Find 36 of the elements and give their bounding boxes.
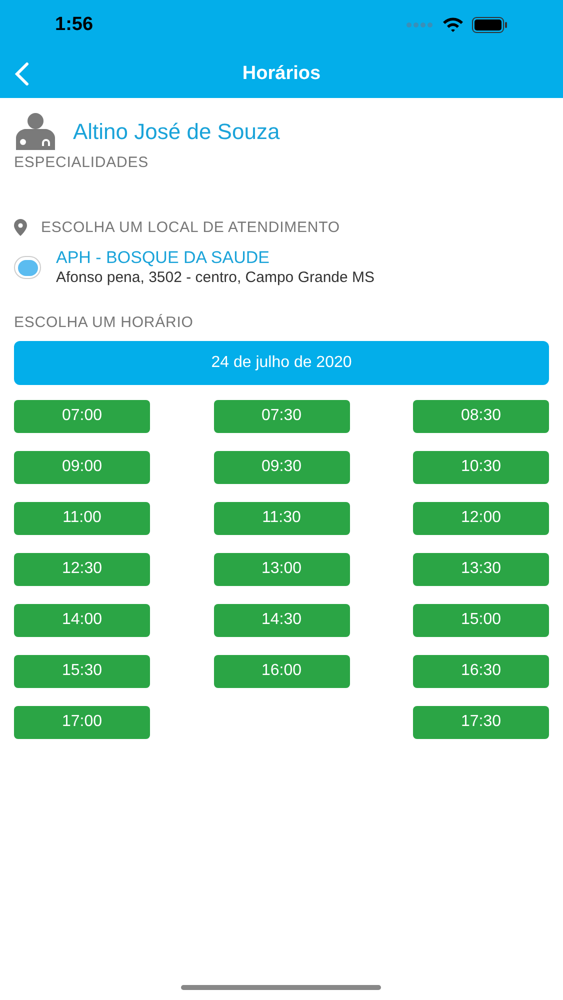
signal-icon — [406, 22, 434, 28]
page-title: Horários — [242, 62, 321, 86]
wifi-icon — [442, 17, 464, 33]
doctor-subtitle: ESPECIALIDADES — [14, 153, 150, 173]
time-slot-button[interactable]: 17:00 — [14, 706, 150, 738]
time-slot-button[interactable]: 10:30 — [413, 450, 549, 484]
time-slot-button[interactable]: 11:00 — [14, 502, 150, 534]
doctor-name: Altino José de Souza — [73, 118, 280, 146]
location-pin-icon — [14, 219, 27, 236]
battery-icon — [472, 17, 508, 33]
time-slot-button[interactable]: 13:00 — [214, 552, 350, 586]
schedule-heading: ESCOLHA UM HORÁRIO — [14, 313, 194, 333]
radio-button[interactable] — [14, 256, 41, 279]
time-slot-button[interactable]: 07:30 — [214, 400, 350, 432]
date-bar: 24 de julho de 2020 — [14, 340, 549, 384]
location-name: APH - BOSQUE DA SAUDE — [56, 247, 270, 268]
time-slot-button[interactable]: 11:30 — [214, 502, 350, 534]
time-slot-button[interactable]: 14:30 — [214, 604, 350, 636]
time-slot-button[interactable]: 12:30 — [14, 552, 150, 586]
time-slot-button[interactable]: 17:30 — [413, 706, 549, 738]
status-time: 1:56 — [55, 12, 94, 37]
time-slot-button[interactable]: 08:30 — [413, 400, 549, 432]
location-heading: ESCOLHA UM LOCAL DE ATENDIMENTO — [41, 218, 340, 238]
location-address: Afonso pena, 3502 - centro, Campo Grande MS — [56, 268, 375, 288]
time-slot-button[interactable]: 16:00 — [214, 654, 350, 688]
doctor-icon — [14, 112, 57, 150]
back-icon — [14, 62, 30, 86]
time-slot-button[interactable]: 16:30 — [413, 654, 549, 688]
time-slot-button[interactable]: 09:30 — [214, 450, 350, 484]
time-slot-button[interactable]: 12:00 — [413, 502, 549, 534]
time-slot-button[interactable]: 14:00 — [14, 604, 150, 636]
time-slot-button[interactable]: 15:30 — [14, 654, 150, 688]
time-slot-button[interactable]: 07:00 — [14, 400, 150, 432]
time-slot-button[interactable]: 15:00 — [413, 604, 549, 636]
time-slot-button[interactable]: 13:30 — [413, 552, 549, 586]
time-slot-button[interactable]: 09:00 — [14, 450, 150, 484]
